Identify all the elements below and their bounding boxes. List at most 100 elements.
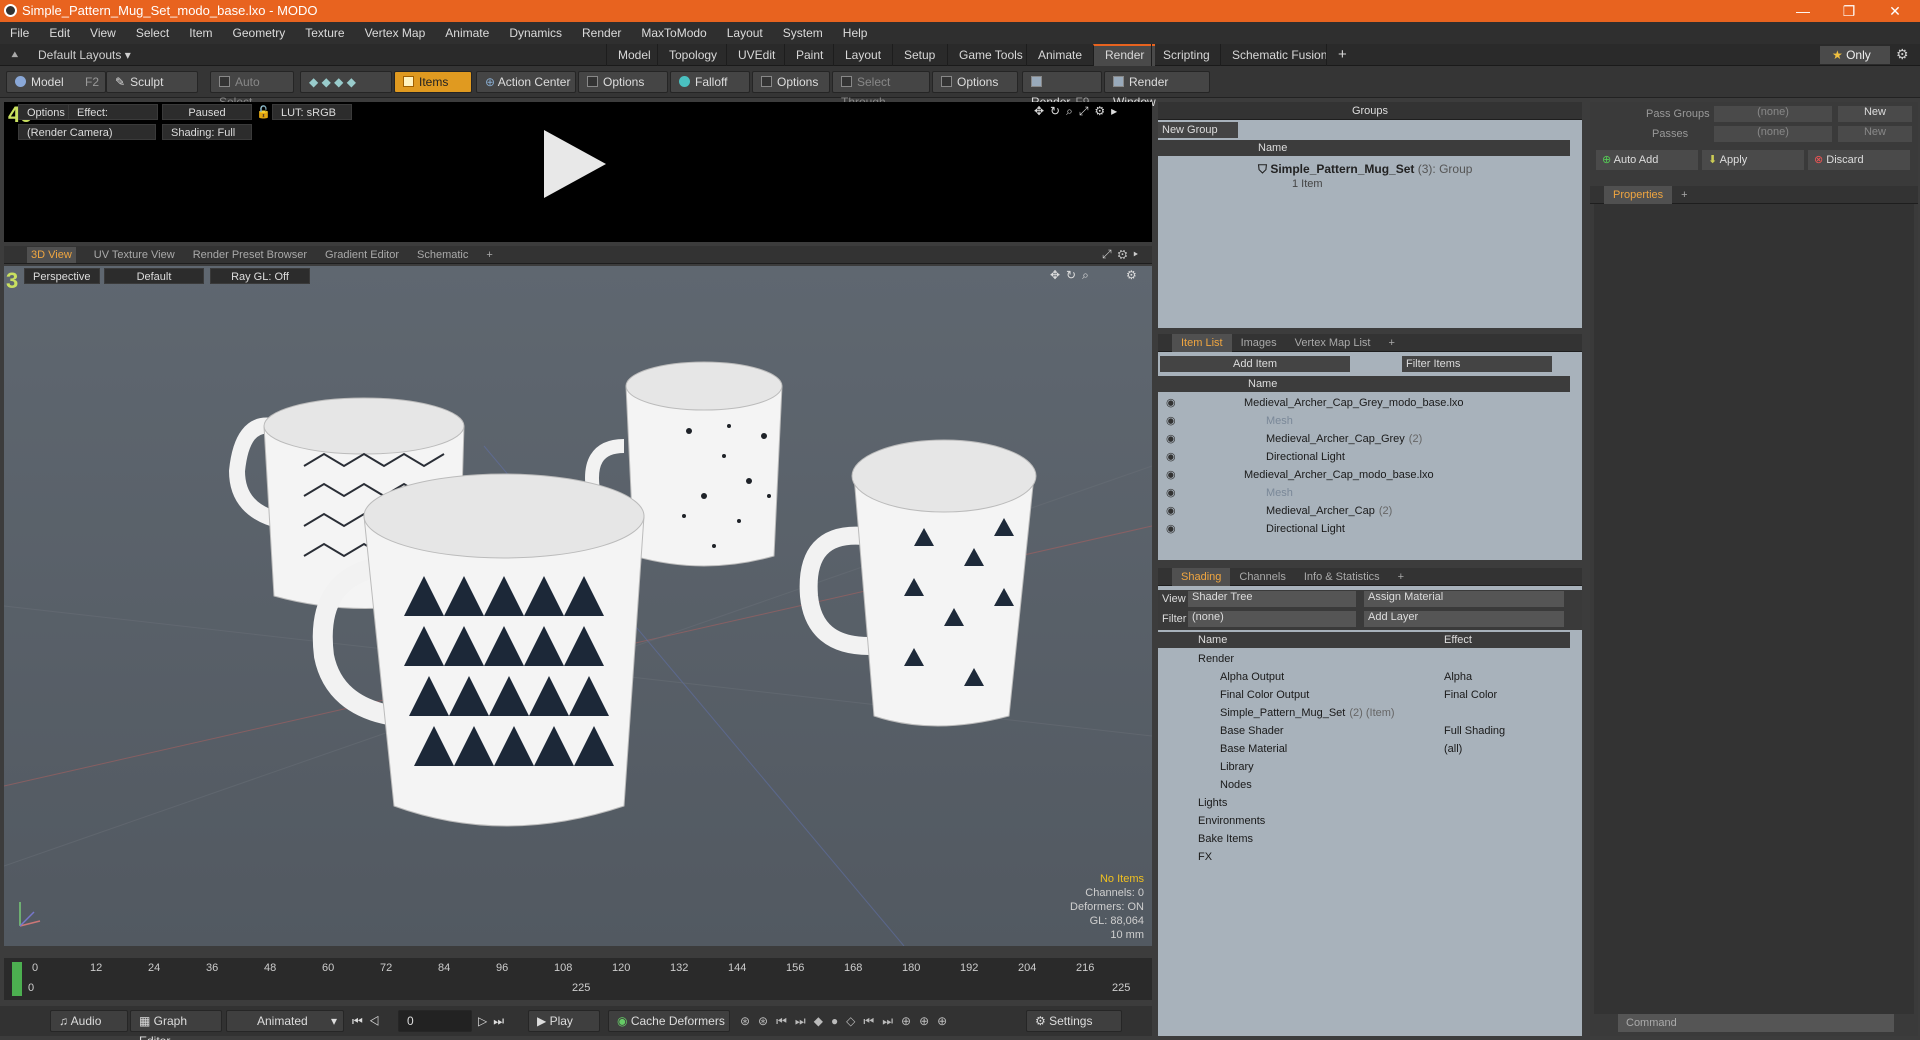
render-window-button[interactable]: Render Window	[1104, 71, 1210, 109]
add-item-list-tab[interactable]: +	[1379, 334, 1403, 352]
tab-setup[interactable]: Setup	[892, 44, 946, 66]
group-row[interactable]: ⛉ Simple_Pattern_Mug_Set (3): Group	[1258, 162, 1472, 177]
auto-select-button[interactable]: Auto Select	[210, 71, 294, 109]
lock-icon[interactable]: 🔓	[256, 105, 271, 119]
menu-select[interactable]: Select	[126, 22, 179, 44]
shader-tree-row[interactable]: Lights	[1158, 794, 1570, 812]
options-button-3[interactable]: Options	[932, 71, 1018, 93]
new-group-button[interactable]: New Group	[1158, 122, 1238, 138]
animated-dropdown[interactable]: Animated ▾	[226, 1010, 344, 1032]
shader-tree-row[interactable]: Library	[1158, 758, 1570, 776]
tab-game-tools[interactable]: Game Tools	[947, 44, 1034, 66]
render-preview-panel[interactable]: 49 Options Effect: (Shadi... Paused 🔓 LU…	[4, 102, 1152, 242]
settings-button[interactable]: ⚙ Settings	[1026, 1010, 1122, 1032]
shader-effect[interactable]: Alpha	[1444, 668, 1472, 686]
item-list-row[interactable]: ◉ Medieval_Archer_Cap (2)	[1158, 502, 1570, 520]
discard-button[interactable]: ⊗ Discard	[1808, 150, 1910, 170]
item-list-row[interactable]: ◉ Mesh	[1158, 484, 1570, 502]
layout-arrow-icon[interactable]: ⯅	[10, 48, 20, 63]
shader-effect[interactable]: Final Color	[1444, 686, 1497, 704]
shader-tree-row[interactable]: Bake Items	[1158, 830, 1570, 848]
tab-uvedit[interactable]: UVEdit	[726, 44, 786, 66]
passes-dropdown[interactable]: (none)	[1714, 126, 1832, 142]
menu-render[interactable]: Render	[572, 22, 631, 44]
tab-scripting[interactable]: Scripting	[1151, 44, 1221, 66]
sculpt-mode-button[interactable]: ✎ Sculpt	[106, 71, 198, 93]
new-pass-button[interactable]: New	[1838, 126, 1912, 142]
mug-triangles[interactable]	[312, 473, 645, 827]
auto-add-button[interactable]: ⊕ Auto Add	[1596, 150, 1698, 170]
render-nav-icons[interactable]: ✥↻⌕⤢⚙▸	[1034, 104, 1123, 119]
tab-animate[interactable]: Animate	[1026, 44, 1093, 66]
audio-button[interactable]: ♫ Audio	[50, 1010, 128, 1032]
maximize-button[interactable]: ❐	[1826, 0, 1872, 22]
shader-effect[interactable]: (all)	[1444, 740, 1462, 758]
item-list-row[interactable]: ◉ Directional Light	[1158, 520, 1570, 538]
tab-3d-view[interactable]: 3D View	[18, 246, 85, 264]
add-layer-dropdown[interactable]: Add Layer	[1364, 611, 1564, 627]
only-toggle[interactable]: ★ Only	[1820, 46, 1890, 64]
tab-schematic[interactable]: Schematic	[408, 246, 477, 264]
default-layouts-dropdown[interactable]: Default Layouts ▾	[38, 48, 131, 62]
transport-back-icons[interactable]: ⏮◁	[352, 1014, 386, 1029]
close-button[interactable]: ✕	[1872, 0, 1918, 22]
shader-tree-row[interactable]: Environments	[1158, 812, 1570, 830]
menu-system[interactable]: System	[773, 22, 833, 44]
tab-model[interactable]: Model	[606, 44, 662, 66]
visibility-eye-icon[interactable]: ◉	[1166, 430, 1176, 448]
render-paused-button[interactable]: Paused	[162, 104, 252, 120]
add-item-button[interactable]: Add Item	[1160, 356, 1350, 372]
add-shading-tab[interactable]: +	[1389, 568, 1413, 586]
gear-icon[interactable]: ⚙	[1896, 46, 1909, 63]
menu-vertex-map[interactable]: Vertex Map	[355, 22, 436, 44]
render-camera-dropdown[interactable]: (Render Camera)	[18, 124, 156, 140]
shader-tree-row[interactable]: Base Material (all)	[1158, 740, 1570, 758]
timeline[interactable]: 0 12 24 36 48 60 72 84 96 108 120 132 144 156 168 180 19…	[4, 958, 1152, 1000]
shader-tree-row[interactable]: Simple_Pattern_Mug_Set (2) (Item)	[1158, 704, 1570, 722]
tab-shading[interactable]: Shading	[1172, 567, 1231, 586]
menu-item[interactable]: Item	[179, 22, 222, 44]
tab-gradient-editor[interactable]: Gradient Editor	[316, 246, 408, 264]
action-center-button[interactable]: ⊕ Action Center	[476, 71, 576, 93]
menu-geometry[interactable]: Geometry	[223, 22, 296, 44]
visibility-eye-icon[interactable]: ◉	[1166, 394, 1176, 412]
visibility-eye-icon[interactable]: ◉	[1166, 502, 1176, 520]
tab-topology[interactable]: Topology	[657, 44, 728, 66]
item-list-row[interactable]: ◉ Mesh	[1158, 412, 1570, 430]
pass-groups-dropdown[interactable]: (none)	[1714, 106, 1832, 122]
menu-maxtomodo[interactable]: MaxToModo	[631, 22, 716, 44]
item-list-row[interactable]: ◉ Medieval_Archer_Cap_modo_base.lxo	[1158, 466, 1570, 484]
select-through-button[interactable]: Select Through	[832, 71, 930, 109]
add-tab-button[interactable]: +	[1326, 44, 1358, 66]
visibility-eye-icon[interactable]: ◉	[1166, 412, 1176, 430]
apply-button[interactable]: ⬇ Apply	[1702, 150, 1804, 170]
minimize-button[interactable]: —	[1780, 0, 1826, 22]
shader-tree-row[interactable]: Nodes	[1158, 776, 1570, 794]
transport-forward-icons[interactable]: ▷⏭	[478, 1014, 510, 1029]
render-effect-dropdown[interactable]: Effect: (Shadi...	[68, 104, 158, 135]
menu-texture[interactable]: Texture	[295, 22, 354, 44]
viewport-3d[interactable]: 3 Perspective Default Ray GL: Off ✥↻⌕ ⚙	[4, 266, 1152, 946]
menu-layout[interactable]: Layout	[717, 22, 773, 44]
filter-dropdown[interactable]: (none)	[1188, 611, 1356, 627]
shader-tree-row[interactable]: Final Color Output Final Color	[1158, 686, 1570, 704]
visibility-eye-icon[interactable]: ◉	[1166, 520, 1176, 538]
graph-editor-button[interactable]: ▦ Graph Editor	[130, 1010, 222, 1040]
add-properties-tab[interactable]: +	[1672, 186, 1696, 204]
assign-material-button[interactable]: Assign Material	[1364, 591, 1564, 607]
menu-view[interactable]: View	[80, 22, 126, 44]
item-list-row[interactable]: ◉ Medieval_Archer_Cap_Grey_modo_base.lxo	[1158, 394, 1570, 412]
tab-info-statistics[interactable]: Info & Statistics	[1295, 568, 1389, 586]
shader-tree-row[interactable]: Render	[1158, 650, 1570, 668]
command-input[interactable]: Command	[1618, 1014, 1894, 1032]
items-mode-button[interactable]: Items	[394, 71, 472, 93]
shader-tree-row[interactable]: Alpha Output Alpha	[1158, 668, 1570, 686]
tab-vertex-map-list[interactable]: Vertex Map List	[1286, 334, 1380, 352]
menu-edit[interactable]: Edit	[39, 22, 80, 44]
selection-mode-icons[interactable]: ◆ ◆ ◆ ◆	[300, 71, 392, 93]
tab-item-list[interactable]: Item List	[1172, 333, 1232, 352]
menu-file[interactable]: File	[0, 22, 39, 44]
options-button-2[interactable]: Options	[752, 71, 830, 93]
menu-animate[interactable]: Animate	[435, 22, 499, 44]
viewport-expand-gear-icons[interactable]: ⤢⚙▸	[1102, 247, 1144, 262]
